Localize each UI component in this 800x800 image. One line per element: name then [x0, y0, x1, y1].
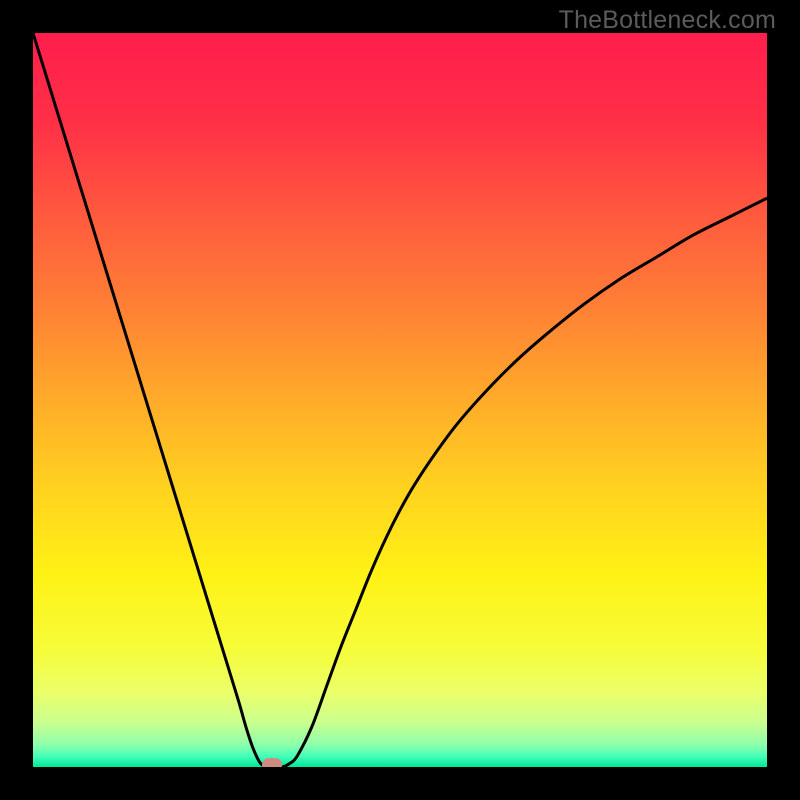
plot-area: [33, 33, 767, 767]
site-watermark: TheBottleneck.com: [559, 6, 776, 35]
bottleneck-curve: [33, 33, 767, 767]
chart-frame: TheBottleneck.com: [0, 0, 800, 800]
optimum-marker: [262, 758, 282, 767]
